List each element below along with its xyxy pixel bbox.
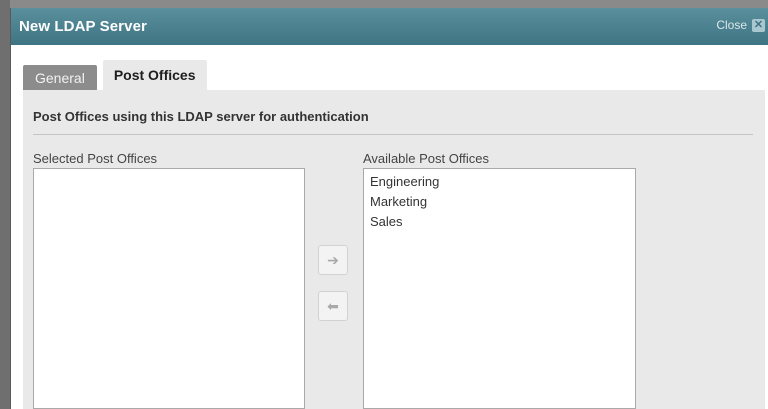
move-to-selected-button[interactable]: ➔: [318, 245, 348, 275]
available-post-offices-label: Available Post Offices: [363, 151, 489, 166]
available-post-offices-list[interactable]: Engineering Marketing Sales: [363, 168, 636, 409]
dialog-title: New LDAP Server: [19, 18, 147, 35]
list-item-sales[interactable]: Sales: [370, 212, 629, 232]
arrow-left-icon: ⬅: [327, 297, 339, 314]
backdrop: [0, 0, 10, 409]
close-icon: ✕: [752, 18, 765, 32]
new-ldap-server-dialog: New LDAP Server Close ✕ General Post Off…: [10, 8, 768, 409]
section-divider: [33, 134, 753, 135]
list-item-marketing[interactable]: Marketing: [370, 192, 629, 212]
tab-bar: General Post Offices: [23, 60, 207, 90]
selected-post-offices-list[interactable]: [33, 168, 305, 409]
move-to-available-button[interactable]: ⬅: [318, 291, 348, 321]
selected-post-offices-label: Selected Post Offices: [33, 151, 158, 166]
section-title: Post Offices using this LDAP server for …: [33, 109, 369, 124]
tab-general[interactable]: General: [23, 65, 97, 90]
close-label: Close: [716, 18, 747, 32]
dialog-titlebar: New LDAP Server Close ✕: [11, 8, 768, 45]
close-button[interactable]: Close ✕: [716, 18, 765, 32]
list-item-engineering[interactable]: Engineering: [370, 172, 629, 192]
tab-post-offices[interactable]: Post Offices: [102, 60, 207, 90]
post-offices-panel: Post Offices using this LDAP server for …: [23, 90, 765, 409]
arrow-right-icon: ➔: [327, 251, 339, 268]
